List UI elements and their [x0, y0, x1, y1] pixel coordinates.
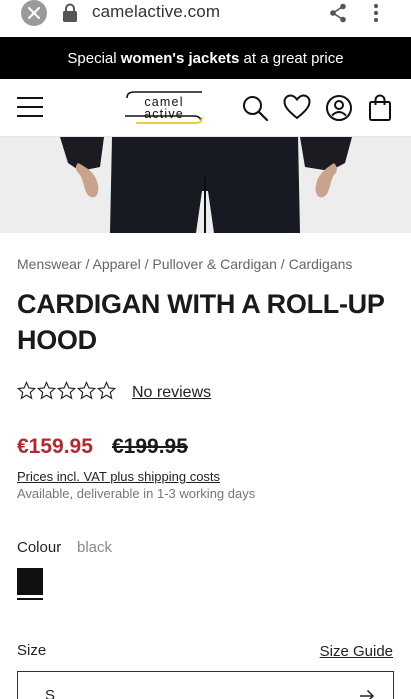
menu-icon[interactable]: [17, 97, 43, 119]
colour-swatch-black[interactable]: [17, 568, 43, 595]
promo-text-bold: women's jackets: [120, 49, 240, 67]
promo-text-suffix: at a great price: [239, 49, 344, 67]
star-empty-icon: [37, 381, 56, 400]
star-empty-icon: [97, 381, 116, 400]
camel-active-logo[interactable]: camel active: [122, 90, 206, 126]
swatch-selected-indicator: [17, 598, 43, 600]
close-icon: [28, 7, 40, 19]
url-text[interactable]: camelactive.com: [92, 2, 220, 22]
no-reviews-link[interactable]: No reviews: [132, 384, 211, 402]
lock-icon: [63, 3, 77, 22]
shopping-bag-icon[interactable]: [368, 94, 392, 122]
original-price: €199.95: [112, 435, 188, 458]
product-image[interactable]: [0, 137, 411, 233]
vat-shipping-link[interactable]: Prices incl. VAT plus shipping costs: [17, 469, 220, 484]
rating-stars[interactable]: [17, 381, 116, 400]
search-icon[interactable]: [241, 94, 269, 122]
size-select[interactable]: S: [17, 671, 394, 699]
wishlist-heart-icon[interactable]: [283, 94, 311, 120]
share-icon[interactable]: [329, 3, 347, 23]
promo-text-prefix: Special: [67, 49, 121, 67]
logo-text-active: active: [144, 107, 184, 121]
breadcrumb[interactable]: Menswear / Apparel / Pullover & Cardigan…: [17, 256, 352, 272]
site-header: camel active: [0, 79, 411, 137]
availability-text: Available, deliverable in 1-3 working da…: [17, 486, 256, 501]
size-selected-value: S: [45, 687, 56, 699]
colour-label: Colour: [17, 539, 62, 556]
star-empty-icon: [57, 381, 76, 400]
arrow-right-icon: [360, 689, 375, 699]
account-icon[interactable]: [325, 94, 353, 122]
product-title: CARDIGAN WITH A ROLL-UP HOOD: [17, 289, 385, 355]
star-empty-icon: [17, 381, 36, 400]
close-tab-button[interactable]: [21, 0, 47, 26]
star-empty-icon: [77, 381, 96, 400]
size-label: Size: [17, 642, 47, 659]
more-options-icon[interactable]: [373, 3, 379, 23]
promo-banner[interactable]: Special women's jackets at a great price: [0, 37, 411, 79]
size-guide-link[interactable]: Size Guide: [320, 643, 393, 660]
colour-value: black: [77, 539, 113, 556]
current-price: €159.95: [17, 435, 93, 458]
product-photo-graphic: [0, 137, 411, 233]
browser-url-bar: camelactive.com: [0, 0, 411, 32]
